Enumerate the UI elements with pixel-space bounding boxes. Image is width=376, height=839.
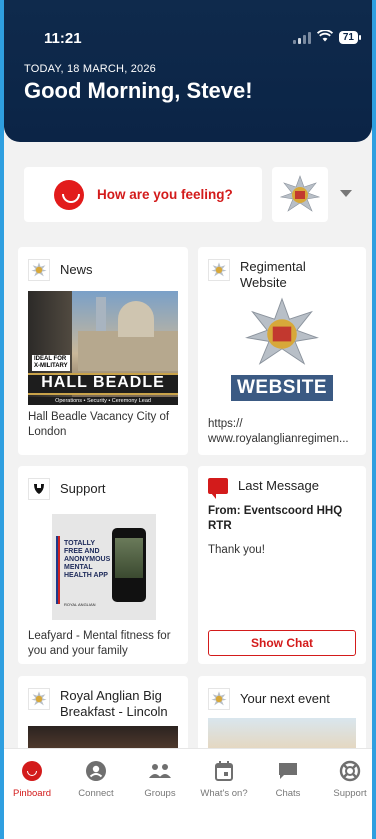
regiment-crest-icon: [280, 174, 320, 212]
tab-chats[interactable]: Chats: [258, 759, 318, 799]
last-message-card[interactable]: Last Message From: Eventscoord HHQ RTR T…: [198, 466, 366, 664]
tab-label: Groups: [144, 788, 176, 799]
show-chat-button[interactable]: Show Chat: [208, 630, 356, 656]
tab-groups[interactable]: Groups: [130, 759, 190, 799]
calendar-icon: [215, 761, 233, 781]
battery-icon: 71: [338, 31, 362, 44]
signal-icon: [292, 31, 311, 44]
website-image-label: WEBSITE: [230, 375, 334, 401]
wifi-icon: [316, 29, 333, 45]
support-image-brand: ROYAL ANGLIAN: [64, 602, 96, 607]
pinboard-icon: [22, 761, 42, 781]
chevron-down-icon[interactable]: [340, 190, 352, 197]
news-title: News: [60, 262, 93, 277]
groups-icon: [149, 764, 171, 778]
leafyard-icon: [28, 478, 50, 500]
support-image[interactable]: TOTALLY FREE AND ANONYMOUS MENTAL HEALTH…: [52, 514, 156, 620]
crest-icon: [208, 688, 230, 710]
chat-icon: [279, 763, 297, 779]
person-icon: [86, 761, 106, 781]
website-title: Regimental Website: [240, 259, 306, 290]
crest-icon: [28, 688, 50, 710]
support-card[interactable]: Support TOTALLY FREE AND ANONYMOUS MENTA…: [18, 466, 188, 664]
bottom-tab-bar: Pinboard Connect Groups What's on? Chats: [4, 748, 372, 839]
tab-whats-on[interactable]: What's on?: [194, 759, 254, 799]
app-screen: 11:21 71 TODAY, 18 MARCH, 2026 Good Morn…: [4, 0, 372, 839]
news-caption: Hall Beadle Vacancy City of London: [28, 411, 170, 438]
tab-label: Pinboard: [12, 788, 52, 799]
lifebuoy-icon: [339, 760, 361, 782]
website-url[interactable]: https:// www.royalanglianregimen...: [208, 417, 358, 447]
news-card[interactable]: News IDEAL FOR X-MILITARY HALL BEADLE Op…: [18, 247, 188, 455]
news-image-title: HALL BEADLE: [41, 374, 165, 391]
regiment-selector[interactable]: [272, 167, 328, 222]
tab-label: Support: [333, 788, 367, 799]
mood-prompt: How are you feeling?: [97, 187, 233, 202]
status-time: 11:21: [44, 30, 82, 47]
next-event-title: Your next event: [240, 691, 330, 706]
support-image-text: TOTALLY FREE AND ANONYMOUS MENTAL HEALTH…: [64, 540, 111, 579]
crest-icon: [208, 259, 230, 281]
tab-support[interactable]: Support: [320, 759, 372, 799]
website-card[interactable]: Regimental Website WEBSITE https:// www.…: [198, 247, 366, 455]
smiley-icon: [54, 179, 84, 210]
tab-label: Chats: [275, 788, 301, 799]
mood-checkin-button[interactable]: How are you feeling?: [24, 167, 262, 222]
news-image-badge: IDEAL FOR X-MILITARY: [32, 355, 70, 371]
regiment-crest-icon: [245, 297, 319, 365]
tab-pinboard[interactable]: Pinboard: [4, 759, 62, 799]
last-message-title: Last Message: [238, 478, 319, 493]
status-icons: 71: [292, 29, 362, 45]
message-icon: [208, 478, 228, 499]
news-image-subtitle: Operations • Security • Ceremony Lead: [28, 397, 178, 405]
support-title: Support: [60, 481, 106, 496]
message-text: Thank you!: [208, 544, 265, 556]
message-sender: From: Eventscoord HHQ RTR: [208, 505, 343, 532]
tab-connect[interactable]: Connect: [66, 759, 126, 799]
date-line: TODAY, 18 MARCH, 2026: [24, 63, 156, 75]
header: 11:21 71 TODAY, 18 MARCH, 2026 Good Morn…: [4, 0, 372, 142]
tab-label: Connect: [78, 788, 114, 799]
breakfast-title: Royal Anglian Big Breakfast - Lincoln: [60, 688, 168, 719]
crest-icon: [28, 259, 50, 281]
tab-label: What's on?: [200, 788, 248, 799]
greeting: Good Morning, Steve!: [24, 78, 253, 103]
website-image[interactable]: WEBSITE: [208, 297, 356, 411]
news-image[interactable]: IDEAL FOR X-MILITARY HALL BEADLE Operati…: [28, 291, 178, 405]
support-caption: Leafyard - Mental fitness for you and yo…: [28, 630, 171, 657]
